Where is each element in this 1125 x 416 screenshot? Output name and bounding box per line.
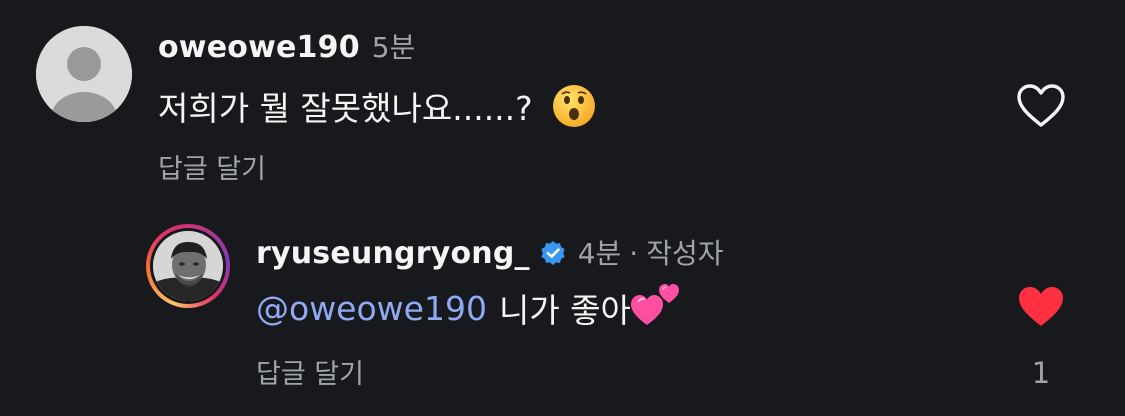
avatar-default[interactable] — [36, 26, 132, 122]
reply-button[interactable]: 답글 달기 — [256, 352, 364, 391]
heart-outline-icon — [1017, 84, 1065, 127]
comment-oweowe190: oweowe190 5분 저희가 뭘 잘못했나요......? 답글 달기 — [0, 0, 1125, 200]
comment-body: @oweowe190 니가 좋아 — [256, 282, 681, 334]
timestamp: 4분 — [577, 237, 622, 270]
hushed-face-icon — [551, 83, 597, 129]
avatar-story-ring[interactable] — [146, 224, 230, 308]
comment-header: ryuseungryong_ 4분 · 작성자 — [256, 232, 723, 272]
comment-text: 저희가 뭘 잘못했나요......? — [158, 89, 533, 128]
reply-button[interactable]: 답글 달기 — [158, 147, 266, 186]
comment-body: 저희가 뭘 잘못했나요......? — [158, 80, 597, 132]
timestamp: 5분 — [371, 31, 416, 64]
comment-text: 니가 좋아 — [498, 291, 631, 330]
author-badge: 작성자 — [646, 237, 724, 270]
verified-badge-icon — [540, 240, 566, 266]
avatar — [153, 231, 223, 301]
comment-ryuseungryong: ryuseungryong_ 4분 · 작성자 @oweowe190 니가 좋아… — [0, 210, 1125, 416]
like-count: 1 — [1031, 356, 1051, 390]
two-hearts-icon — [630, 281, 681, 327]
mention-link[interactable]: @oweowe190 — [256, 289, 487, 328]
heart-filled-icon — [1019, 287, 1063, 326]
like-button[interactable] — [1016, 284, 1066, 330]
like-button[interactable] — [1016, 83, 1066, 129]
default-avatar-icon — [36, 26, 132, 122]
profile-photo-icon — [153, 231, 223, 301]
username[interactable]: ryuseungryong_ — [256, 236, 530, 271]
separator-dot: · — [629, 237, 639, 270]
comment-header: oweowe190 5분 — [158, 26, 415, 66]
username[interactable]: oweowe190 — [158, 30, 360, 65]
